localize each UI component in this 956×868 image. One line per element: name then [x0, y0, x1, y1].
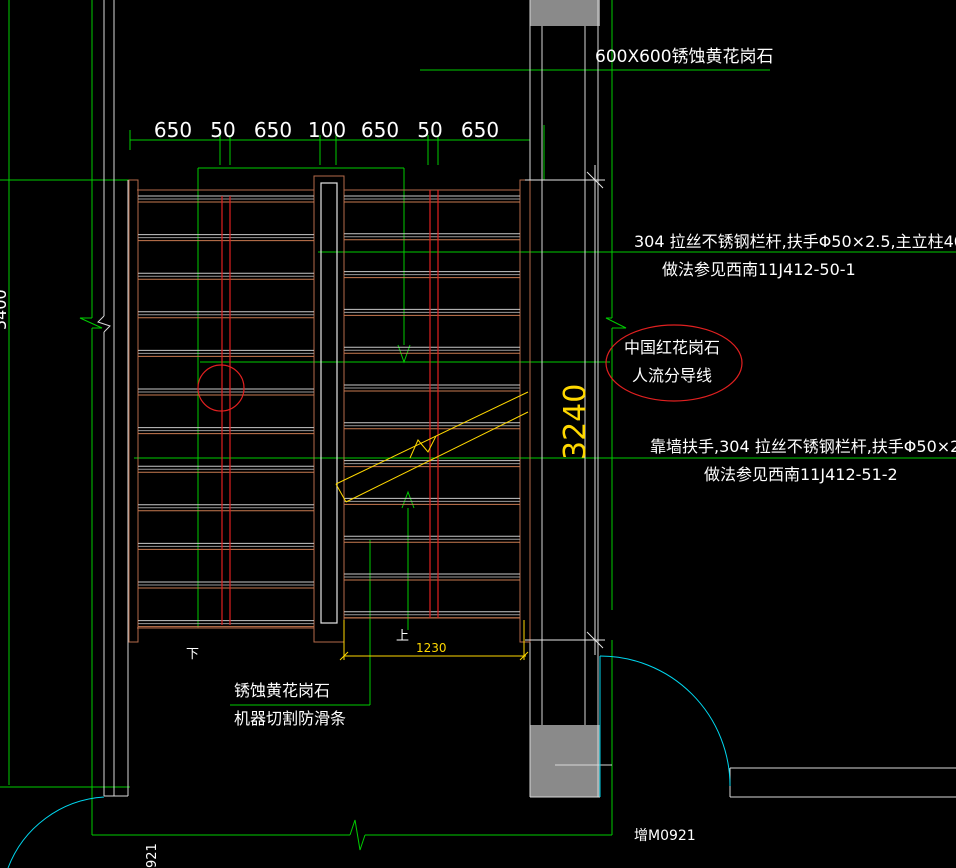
- divider-marker-circle: [197, 364, 245, 412]
- dim-50-a: 50: [210, 118, 235, 142]
- stair-edges: [128, 175, 531, 643]
- door-swing: [7, 655, 731, 868]
- dim-650-c: 650: [361, 118, 399, 142]
- antislip-label-line1: 锈蚀黄花岗石: [234, 681, 330, 700]
- walkline-arrows: [397, 344, 415, 509]
- handrails: [221, 190, 439, 625]
- landing-dimension-label: 1230: [416, 641, 447, 655]
- stair-treads: [138, 195, 520, 628]
- top-dimension-labels: 650 50 650 100 650 50 650: [154, 118, 499, 142]
- divider-callout-ellipse: [605, 324, 743, 402]
- door-tag: 增M0921: [634, 828, 696, 844]
- section-break-line: [335, 391, 529, 503]
- dim-650-d: 650: [461, 118, 499, 142]
- divider-label-line2: 人流分导线: [632, 366, 712, 385]
- railing-label-line1: 304 拉丝不锈钢栏杆,扶手Φ50×2.5,主立柱40: [634, 232, 956, 251]
- bottom-edge-dimension: 921: [145, 843, 160, 868]
- central-post: [320, 182, 338, 624]
- dim-650-a: 650: [154, 118, 192, 142]
- dim-650-b: 650: [254, 118, 292, 142]
- railing-label-line2: 做法参见西南11J412-50-1: [662, 260, 856, 279]
- wall-block-bottom: [530, 725, 600, 797]
- finish-floor-label: 600X600锈蚀黄花岗石: [595, 47, 774, 67]
- antislip-label-line2: 机器切割防滑条: [234, 709, 346, 728]
- wall-rail-label-line1: 靠墙扶手,304 拉丝不锈钢栏杆,扶手Φ50×2.5: [650, 437, 956, 456]
- wall-rail-label-line2: 做法参见西南11J412-51-2: [704, 465, 898, 484]
- height-dimension-label: 3240: [558, 384, 593, 460]
- dim-100: 100: [308, 118, 346, 142]
- dim-50-b: 50: [417, 118, 442, 142]
- down-label: 下: [186, 647, 199, 662]
- left-edge-dimension: 5400: [0, 289, 10, 330]
- divider-label-line1: 中国红花岗石: [624, 338, 720, 357]
- cad-drawing: 650 50 650 100 650 50 650 600X600锈蚀黄花岗石 …: [0, 0, 956, 868]
- up-label: 上: [396, 629, 409, 644]
- wall-block-top: [530, 0, 600, 26]
